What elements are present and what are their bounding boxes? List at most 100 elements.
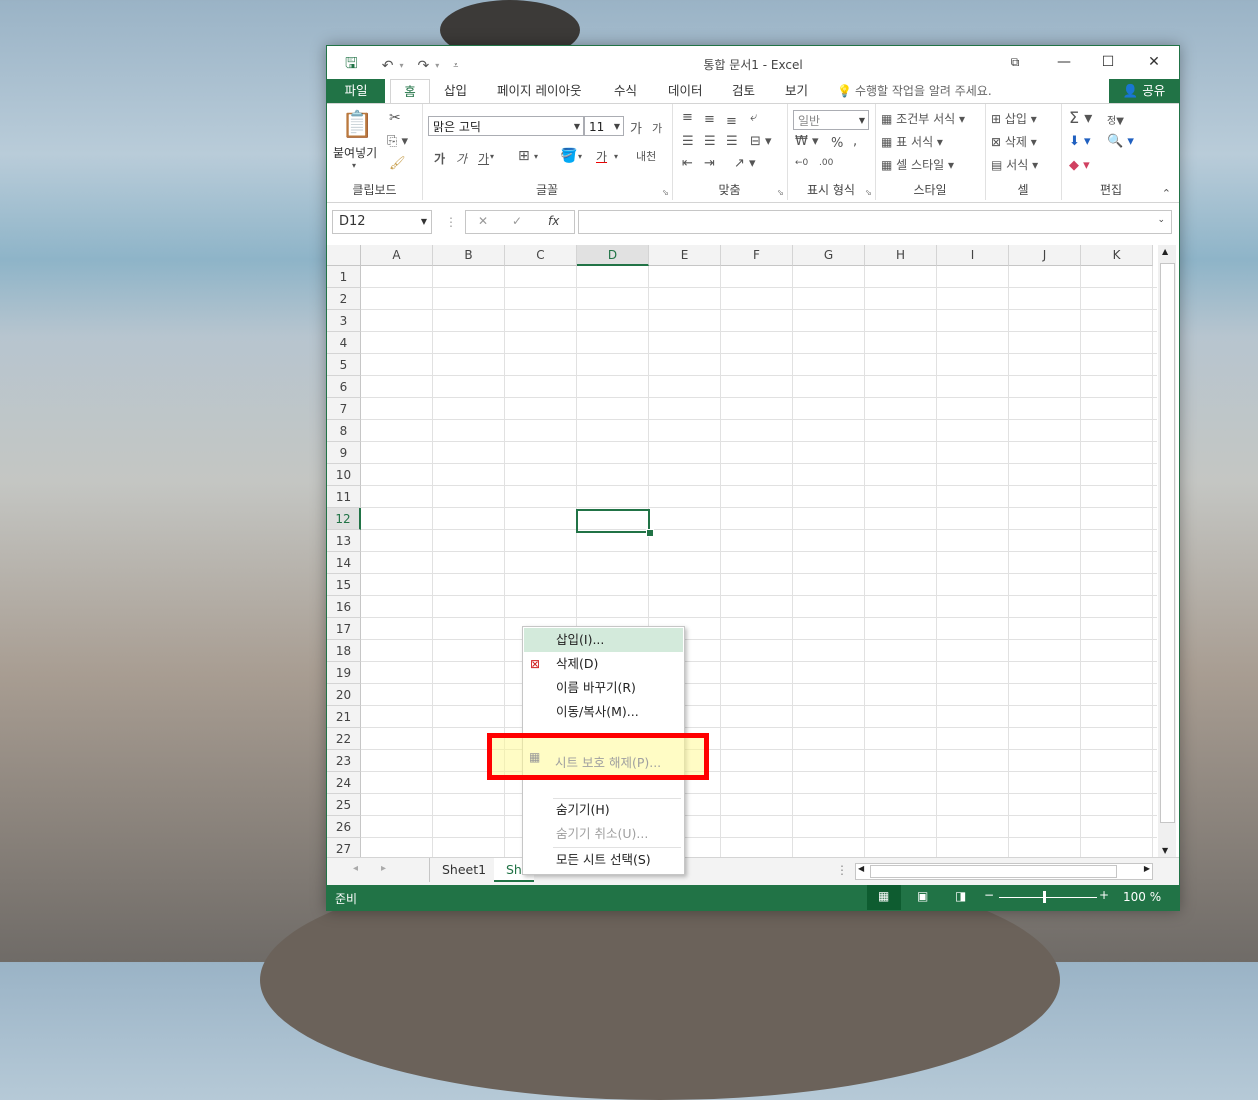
prev-sheet-icon[interactable]: ◂ <box>353 863 358 874</box>
font-color-icon[interactable]: 가 <box>596 148 607 165</box>
column-header-d[interactable]: D <box>577 245 649 266</box>
clear-icon[interactable]: ◆ ▾ <box>1069 158 1090 173</box>
phonetic-icon[interactable]: 내천 <box>636 148 656 164</box>
align-left-icon[interactable]: ☰ <box>682 134 694 149</box>
close-button[interactable]: ✕ <box>1131 46 1177 79</box>
cancel-icon[interactable]: ✕ <box>478 214 488 228</box>
sheet-tab-sheet1[interactable]: Sheet1 <box>429 858 500 882</box>
paste-label[interactable]: 붙여넣기 <box>333 144 377 161</box>
row-header-14[interactable]: 14 <box>327 552 361 574</box>
align-bottom-icon[interactable]: ≡ <box>726 114 737 129</box>
menu-unprotect-sheet[interactable]: 시트 보호 해제(P)... <box>555 752 661 771</box>
menu-delete[interactable]: ⊠ 삭제(D) <box>524 652 683 676</box>
italic-icon[interactable]: 가 <box>456 150 467 167</box>
zoom-in-icon[interactable]: + <box>1099 888 1109 902</box>
conditional-formatting-button[interactable]: ▦ 조건부 서식 ▾ <box>881 110 965 127</box>
zoom-slider-thumb[interactable] <box>1043 891 1046 903</box>
zoom-out-icon[interactable]: − <box>984 888 994 902</box>
row-header-7[interactable]: 7 <box>327 398 361 420</box>
format-cells-button[interactable]: ▤ 서식 ▾ <box>991 156 1038 173</box>
scroll-down-icon[interactable]: ▼ <box>1162 846 1168 855</box>
scroll-left-icon[interactable]: ◀ <box>858 864 864 873</box>
next-sheet-icon[interactable]: ▸ <box>381 863 386 874</box>
decrease-indent-icon[interactable]: ⇤ <box>682 156 693 171</box>
bold-icon[interactable]: 가 <box>434 150 445 167</box>
row-header-23[interactable]: 23 <box>327 750 361 772</box>
row-header-15[interactable]: 15 <box>327 574 361 596</box>
find-select-icon[interactable]: 🔍 ▾ <box>1107 134 1134 149</box>
row-header-19[interactable]: 19 <box>327 662 361 684</box>
border-icon[interactable]: ⊞ <box>518 148 530 164</box>
column-header-k[interactable]: K <box>1081 245 1153 266</box>
row-header-26[interactable]: 26 <box>327 816 361 838</box>
paste-icon[interactable]: 📋 <box>341 110 373 140</box>
page-break-view-icon[interactable]: ◨ <box>955 889 966 903</box>
wrap-text-icon[interactable]: ⤶ <box>750 110 757 125</box>
shrink-font-icon[interactable]: 가 <box>652 120 662 136</box>
menu-hide[interactable]: 숨기기(H) <box>524 798 683 822</box>
tab-split-grip-icon[interactable]: ⋮ <box>836 863 848 877</box>
ribbon-display-options-icon[interactable]: ⧉ <box>992 46 1038 79</box>
fill-handle[interactable] <box>646 529 654 537</box>
format-as-table-button[interactable]: ▦ 표 서식 ▾ <box>881 133 943 150</box>
formula-input[interactable]: ⌄ <box>578 210 1172 234</box>
row-header-18[interactable]: 18 <box>327 640 361 662</box>
row-header-2[interactable]: 2 <box>327 288 361 310</box>
row-header-5[interactable]: 5 <box>327 354 361 376</box>
align-center-icon[interactable]: ☰ <box>704 134 716 149</box>
tab-formulas[interactable]: 수식 <box>614 79 637 103</box>
row-header-12[interactable]: 12 <box>327 508 361 530</box>
row-header-3[interactable]: 3 <box>327 310 361 332</box>
tab-page-layout[interactable]: 페이지 레이아웃 <box>497 79 581 103</box>
tab-data[interactable]: 데이터 <box>668 79 703 103</box>
scroll-up-icon[interactable]: ▲ <box>1162 247 1168 256</box>
delete-cells-button[interactable]: ⊠ 삭제 ▾ <box>991 133 1037 150</box>
normal-view-button[interactable]: ▦ <box>867 885 901 910</box>
vertical-scroll-thumb[interactable] <box>1160 263 1175 823</box>
increase-decimal-icon[interactable]: ←0 <box>795 158 808 168</box>
font-color-dropdown-icon[interactable]: ▾ <box>614 152 618 161</box>
tab-insert[interactable]: 삽입 <box>444 79 467 103</box>
row-header-13[interactable]: 13 <box>327 530 361 552</box>
paste-dropdown-icon[interactable]: ▾ <box>352 161 356 170</box>
tab-home[interactable]: 홈 <box>390 79 430 105</box>
column-header-i[interactable]: I <box>937 245 1009 266</box>
menu-move-copy[interactable]: 이동/복사(M)... <box>524 700 683 724</box>
scroll-right-icon[interactable]: ▶ <box>1144 864 1150 873</box>
row-header-20[interactable]: 20 <box>327 684 361 706</box>
horizontal-scroll-thumb[interactable] <box>870 865 1117 878</box>
row-header-4[interactable]: 4 <box>327 332 361 354</box>
cell-area[interactable] <box>361 266 1157 857</box>
cut-icon[interactable]: ✂ <box>389 110 401 126</box>
share-button[interactable]: 👤 공유 <box>1109 79 1179 103</box>
tell-me-box[interactable]: 💡 수행할 작업을 알려 주세요. <box>837 79 992 103</box>
tab-review[interactable]: 검토 <box>732 79 755 103</box>
copy-icon[interactable]: ⎘ ▾ <box>387 134 408 149</box>
zoom-level[interactable]: 100 % <box>1123 890 1161 904</box>
format-painter-icon[interactable]: 🖌 <box>389 156 406 171</box>
vertical-scrollbar[interactable]: ▲ ▼ <box>1158 245 1176 857</box>
insert-function-icon[interactable]: fx <box>548 214 559 228</box>
select-all-corner[interactable] <box>327 245 361 266</box>
minimize-button[interactable]: — <box>1041 46 1087 79</box>
column-header-g[interactable]: G <box>793 245 865 266</box>
comma-icon[interactable]: , <box>853 134 857 149</box>
accounting-format-icon[interactable]: ₩ ▾ <box>795 134 819 149</box>
row-header-1[interactable]: 1 <box>327 266 361 288</box>
row-header-25[interactable]: 25 <box>327 794 361 816</box>
column-header-f[interactable]: F <box>721 245 793 266</box>
row-header-9[interactable]: 9 <box>327 442 361 464</box>
menu-select-all-sheets[interactable]: 모든 시트 선택(S) <box>524 848 683 872</box>
column-header-b[interactable]: B <box>433 245 505 266</box>
increase-indent-icon[interactable]: ⇥ <box>704 156 715 171</box>
orientation-icon[interactable]: ↗ ▾ <box>734 156 756 171</box>
row-header-17[interactable]: 17 <box>327 618 361 640</box>
horizontal-scrollbar[interactable]: ◀ ▶ <box>855 863 1153 880</box>
font-size-combo[interactable]: 11 ▼ <box>584 116 624 136</box>
align-middle-icon[interactable]: ≡ <box>704 112 715 127</box>
collapse-ribbon-icon[interactable]: ⌃ <box>1162 187 1171 200</box>
fill-color-dropdown-icon[interactable]: ▾ <box>578 152 582 161</box>
font-dialog-launcher-icon[interactable]: ⬂ <box>662 188 669 197</box>
enter-icon[interactable]: ✓ <box>512 214 522 228</box>
row-header-8[interactable]: 8 <box>327 420 361 442</box>
